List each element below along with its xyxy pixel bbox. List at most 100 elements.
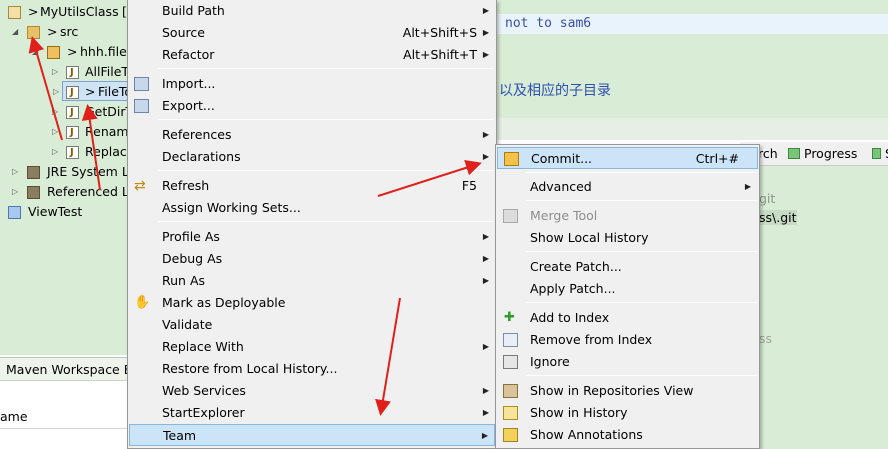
project-icon [8, 206, 21, 219]
editor-divider [493, 118, 888, 140]
file-label: Renam [85, 124, 129, 139]
referenced-label: Referenced Li [47, 184, 133, 199]
menu-item-debug-as[interactable]: Debug As ▶ [129, 248, 495, 270]
menu-item-remove-from-index[interactable]: Remove from Index [497, 329, 758, 351]
package-label: hhh.file [80, 44, 127, 59]
submenu-arrow-icon: ▶ [482, 276, 489, 285]
menu-item-accelerator: Alt+Shift+T [403, 47, 477, 62]
tree-item-file-selected[interactable]: ▷ > FileTo [53, 81, 132, 103]
submenu-arrow-icon: ▶ [481, 431, 488, 440]
maven-title: Maven Workspace B [6, 362, 130, 377]
menu-item-run-as[interactable]: Run As ▶ [129, 270, 495, 292]
collapse-arrow-icon[interactable]: ▷ [53, 82, 59, 102]
submenu-arrow-icon: ▶ [482, 408, 489, 417]
menu-item-apply-patch[interactable]: Apply Patch... [497, 278, 758, 300]
menu-item-label: Refresh [162, 178, 210, 193]
collapse-arrow-icon[interactable]: ▷ [12, 162, 18, 182]
view-tab-bar: rch Progress S [740, 142, 888, 166]
submenu-arrow-icon: ▶ [482, 130, 489, 139]
export-icon [134, 99, 149, 113]
maven-column-header[interactable]: ame [0, 405, 130, 429]
java-file-icon [66, 143, 79, 163]
package-explorer: > MyUtilsClass [ ◢ > src ◢ > hhh.file ▷ … [0, 0, 134, 355]
remove-icon [503, 333, 518, 347]
menu-item-label: Show Local History [530, 230, 649, 245]
project-label: MyUtilsClass [40, 4, 119, 19]
menu-item-add-to-index[interactable]: Add to Index [497, 307, 758, 329]
deploy-icon [134, 292, 150, 314]
menu-item-team[interactable]: Team ▶ [129, 424, 495, 446]
menu-item-refresh[interactable]: Refresh F5 [129, 175, 495, 197]
submenu-arrow-icon: ▶ [482, 232, 489, 241]
file-label: GetDirT [85, 104, 134, 119]
collapse-arrow-icon[interactable]: ▷ [12, 182, 18, 202]
menu-item-label: Apply Patch... [530, 281, 616, 296]
menu-item-show-annotations[interactable]: Show Annotations [497, 424, 758, 446]
menu-item-label: Run As [162, 273, 206, 288]
submenu-arrow-icon: ▶ [482, 50, 489, 59]
menu-item-restore-local-history[interactable]: Restore from Local History... [129, 358, 495, 380]
file-label: AllFileT [85, 64, 130, 79]
menu-item-label: Replace With [162, 339, 244, 354]
menu-item-show-in-repositories[interactable]: Show in Repositories View [497, 380, 758, 402]
submenu-arrow-icon: ▶ [744, 182, 751, 191]
tab-icon [872, 148, 881, 159]
menu-item-advanced[interactable]: Advanced ▶ [497, 176, 758, 198]
menu-item-web-services[interactable]: Web Services ▶ [129, 380, 495, 402]
menu-item-source[interactable]: Source Alt+Shift+S ▶ [129, 22, 495, 44]
menu-item-create-patch[interactable]: Create Patch... [497, 256, 758, 278]
menu-item-import[interactable]: Import... [129, 73, 495, 95]
menu-item-show-local-history[interactable]: Show Local History [497, 227, 758, 249]
menu-separator [158, 119, 494, 120]
submenu-arrow-icon: ▶ [482, 6, 489, 15]
menu-item-build-path[interactable]: Build Path ▶ [129, 0, 495, 22]
menu-item-replace-with[interactable]: Replace With ▶ [129, 336, 495, 358]
merge-tool-icon [503, 209, 518, 223]
file-label: Replac [85, 144, 127, 159]
menu-item-declarations[interactable]: Declarations ▶ [129, 146, 495, 168]
menu-item-show-in-history[interactable]: Show in History [497, 402, 758, 424]
menu-item-validate[interactable]: Validate [129, 314, 495, 336]
menu-item-label: Import... [162, 76, 216, 91]
expand-arrow-icon[interactable]: ◢ [32, 42, 38, 62]
menu-item-assign-working-sets[interactable]: Assign Working Sets... [129, 197, 495, 219]
menu-item-commit[interactable]: Commit... Ctrl+# [497, 147, 758, 169]
collapse-arrow-icon[interactable]: ▷ [52, 142, 58, 162]
menu-item-label: Show Annotations [530, 427, 643, 442]
collapse-arrow-icon[interactable]: ▷ [52, 62, 58, 82]
column-name-label: ame [0, 409, 28, 424]
java-file-icon [66, 83, 79, 103]
menu-item-ignore[interactable]: Ignore [497, 351, 758, 373]
tab-search[interactable]: rch [758, 145, 778, 163]
menu-separator [526, 251, 757, 252]
menu-separator [158, 68, 494, 69]
menu-item-references[interactable]: References ▶ [129, 124, 495, 146]
menu-item-label: Export... [162, 98, 215, 113]
tab-progress[interactable]: Progress [788, 145, 857, 163]
menu-item-label: Validate [162, 317, 213, 332]
menu-item-refactor[interactable]: Refactor Alt+Shift+T ▶ [129, 44, 495, 66]
tab-partial[interactable]: S [872, 145, 888, 163]
collapse-arrow-icon[interactable]: ▷ [52, 102, 58, 122]
collapse-arrow-icon[interactable]: ▷ [52, 122, 58, 142]
menu-item-label: Refactor [162, 47, 215, 62]
console-line: git [759, 191, 776, 206]
commit-icon [504, 152, 519, 166]
menu-item-startexplorer[interactable]: StartExplorer ▶ [129, 402, 495, 424]
library-icon [27, 186, 40, 199]
menu-item-export[interactable]: Export... [129, 95, 495, 117]
expand-arrow-icon[interactable]: ◢ [12, 22, 18, 42]
maven-workspace-tab[interactable]: Maven Workspace B [0, 357, 130, 381]
menu-item-label: Mark as Deployable [162, 295, 286, 310]
submenu-arrow-icon: ▶ [482, 28, 489, 37]
menu-item-profile-as[interactable]: Profile As ▶ [129, 226, 495, 248]
menu-separator [526, 200, 757, 201]
decorator: > [28, 4, 39, 19]
menu-item-label: Profile As [162, 229, 220, 244]
menu-item-merge-tool[interactable]: Merge Tool [497, 205, 758, 227]
menu-item-label: Restore from Local History... [162, 361, 338, 376]
library-icon [27, 166, 40, 179]
menu-item-label: Build Path [162, 3, 225, 18]
menu-item-mark-as-deployable[interactable]: Mark as Deployable [129, 292, 495, 314]
menu-separator [526, 375, 757, 376]
